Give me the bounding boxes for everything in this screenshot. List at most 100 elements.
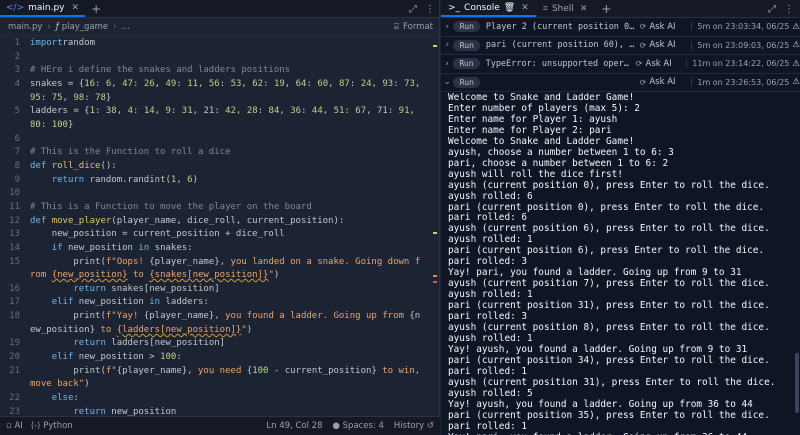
code-line[interactable]: 13 new_position = current_position + dic…	[0, 228, 428, 242]
run-entry[interactable]: ›Run Player 2 (current position 0),... ⟳As…	[441, 18, 800, 37]
code-line[interactable]: 21 print(f"{player_name}, you need {100 …	[0, 365, 428, 392]
breadcrumb-more[interactable]: ...	[122, 22, 130, 32]
ai-toggle[interactable]: ▫ AI	[6, 421, 23, 431]
code-line[interactable]: 3 # HEre i define the snakes and ladders …	[0, 64, 428, 78]
language-selector[interactable]: ⟨-⟩ Python	[31, 421, 73, 431]
chevron-right-icon: ›	[113, 21, 117, 32]
output-line: pari rolled: 1	[448, 420, 528, 432]
code-token: def	[30, 215, 52, 226]
run-entry[interactable]: ›Run TypeError: unsupported operan... ⟳Ask…	[441, 55, 800, 74]
code-token: def	[30, 160, 52, 171]
new-tab-button[interactable]: +	[594, 0, 618, 17]
code-token: )	[273, 270, 280, 281]
chevron-icon[interactable]: ›	[441, 40, 453, 50]
cursor-position[interactable]: Ln 49, Col 28	[266, 421, 322, 431]
run-badge: Run	[453, 58, 480, 70]
clear-icon[interactable]: 🗑	[504, 3, 515, 13]
ask-ai-button[interactable]: ⟳ Ask AI	[640, 22, 692, 32]
code-token: :	[344, 106, 356, 117]
code-token: # This is a Function to move the player …	[30, 201, 312, 212]
chevron-icon[interactable]: ›	[441, 59, 453, 69]
run-entry[interactable]: ⌄ Run ⟳ Ask AI 1m on 23:26:53, 06/25 ⚠	[441, 74, 800, 92]
code-token: new_position	[78, 297, 150, 308]
code-line[interactable]: 2	[0, 51, 428, 65]
code-token: to	[127, 270, 150, 281]
more-options-icon[interactable]: ⋮	[425, 4, 435, 15]
code-line[interactable]: 22 else:	[0, 392, 428, 406]
code-line[interactable]: 6	[0, 133, 428, 147]
line-content: print(f"{player_name}, you need {100 - c…	[30, 365, 428, 392]
expand-icon[interactable]: ⤢	[768, 4, 776, 15]
code-line[interactable]: 18 print(f"Yay! {player_name}, you found…	[0, 310, 428, 337]
code-line[interactable]: 20 elif new_position > 100:	[0, 351, 428, 365]
tab-shell[interactable]: ⌗ Shell ✕	[536, 0, 595, 17]
code-token: 75	[51, 92, 63, 103]
code-line[interactable]: 8 def roll_dice():	[0, 160, 428, 174]
run-badge: Run	[453, 39, 480, 51]
code-line[interactable]: 10	[0, 187, 428, 201]
breadcrumb-file[interactable]: main.py	[8, 22, 42, 32]
close-icon[interactable]: ✕	[580, 4, 588, 14]
code-token: , you need	[187, 365, 247, 376]
code-line[interactable]: 7 # This is the Function to roll a dice	[0, 146, 428, 160]
ask-ai-button[interactable]: ⟳ Ask AI	[640, 77, 692, 87]
code-token: 44	[311, 106, 323, 117]
run-summary: Player 2 (current position 0),...	[485, 21, 636, 32]
code-line[interactable]: 19 return ladders[new_position]	[0, 337, 428, 351]
code-token: new_position >	[78, 352, 161, 363]
code-icon: ⟨-⟩	[30, 421, 41, 431]
tab-console[interactable]: >_ Console 🗑 ✕	[441, 0, 536, 17]
expand-icon[interactable]: ⤢	[409, 4, 417, 15]
run-entry[interactable]: ›Run pari (current position 60), pr... ⟳As…	[441, 37, 800, 55]
code-editor[interactable]: 1 importrandom 2 3 # HEre i define the snake…	[0, 37, 428, 416]
output-line: ayush (current position 0), press Enter …	[448, 179, 770, 191]
editor-pane: </> main.py ✕ + ⤢ ⋮ main.py › ƒ play_gam…	[0, 0, 440, 435]
format-button[interactable]: ⌸ Format	[394, 22, 433, 32]
code-line[interactable]: 12 def move_player(player_name, dice_roll…	[0, 215, 428, 229]
history-button[interactable]: History ↺	[394, 421, 434, 431]
line-number: 8	[14, 160, 20, 171]
chevron-icon[interactable]: ›	[441, 22, 453, 32]
line-number: 22	[9, 393, 20, 404]
code-token: :	[40, 92, 52, 103]
code-token: # This is the Function to roll a dice	[30, 147, 231, 158]
line-number: 1	[14, 38, 20, 48]
line-content: return new_position	[30, 406, 428, 416]
code-line[interactable]: 11 # This is a Function to move the playe…	[0, 201, 428, 215]
code-token: ,	[279, 106, 291, 117]
code-line[interactable]: 15 print(f"Oops! {player_name}, you land…	[0, 256, 428, 283]
code-token: 53	[230, 78, 242, 89]
code-token: in	[149, 297, 166, 308]
scroll-thumb[interactable]	[795, 353, 799, 413]
code-token: :	[219, 78, 231, 89]
code-line[interactable]: 1 importrandom	[0, 37, 428, 51]
new-tab-button[interactable]: +	[85, 0, 107, 17]
code-line[interactable]: 4 snakes = {16: 6, 47: 26, 49: 11, 56: 53…	[0, 78, 428, 105]
ask-ai-button[interactable]: ⟳ Ask AI	[636, 59, 686, 69]
console-scrollbar[interactable]	[794, 93, 800, 435]
ask-ai-button[interactable]: ⟳ Ask AI	[640, 40, 692, 50]
indentation-selector[interactable]: ● Spaces: 4	[332, 421, 383, 431]
console-output[interactable]: Welcome to Snake and Ladder Game! Enter n…	[441, 93, 800, 435]
code-token: return	[73, 406, 112, 416]
code-line[interactable]: 16 return snakes[new_position]	[0, 283, 428, 297]
ai-sparkle-icon: ⟳	[635, 59, 643, 69]
code-token: f"Oops!	[105, 256, 150, 267]
close-icon[interactable]: ✕	[521, 3, 529, 13]
code-line[interactable]: 9 return random.randint(1, 6)	[0, 174, 428, 188]
code-token: 21	[203, 106, 215, 117]
close-icon[interactable]: ✕	[72, 3, 80, 13]
chevron-icon[interactable]: ⌄	[441, 77, 453, 87]
warning-icon: ⚠	[792, 40, 800, 51]
editor-scrollbar[interactable]	[431, 37, 439, 416]
breadcrumb-function[interactable]: play_game	[62, 22, 108, 32]
code-line[interactable]: 17 elif new_position in ladders:	[0, 296, 428, 310]
tab-main-py[interactable]: </> main.py ✕	[0, 0, 86, 17]
code-token: ,	[322, 106, 334, 117]
more-options-icon[interactable]: ⋮	[784, 4, 794, 15]
code-line[interactable]: 23 return new_position	[0, 406, 428, 416]
code-line[interactable]: 14 if new_position in snakes:	[0, 242, 428, 256]
code-token: 11	[187, 78, 199, 89]
code-line[interactable]: 5 ladders = {1: 38, 4: 14, 9: 31, 21: 42,…	[0, 105, 428, 132]
